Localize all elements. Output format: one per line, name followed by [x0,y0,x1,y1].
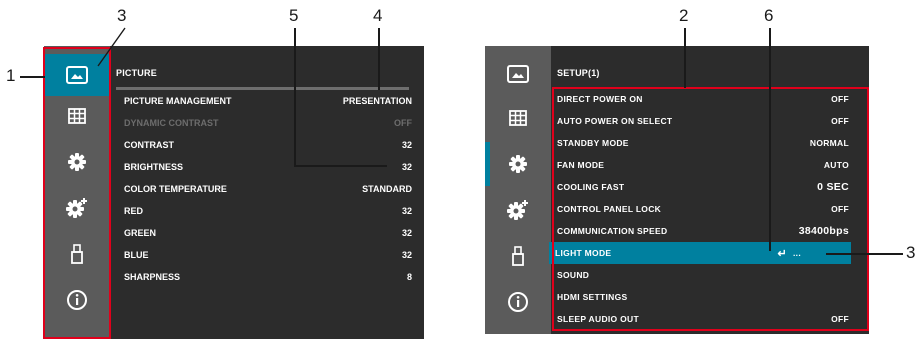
setting-value: 32 [401,140,412,150]
callout-2-leader [684,28,686,88]
setting-label: PICTURE MANAGEMENT [124,96,232,106]
setting-value: 32 [401,228,412,238]
setting-label: BLUE [124,250,149,260]
callout-3-left: 3 [117,6,127,25]
setting-row[interactable]: BLUE 32 [124,244,412,266]
setting-value: OFF [394,118,412,128]
menu-category-rail [485,46,551,334]
rail-highlight-box [43,47,111,339]
setting-label: COLOR TEMPERATURE [124,184,227,194]
list-highlight-box [552,87,869,331]
callout-4-leader [378,28,380,90]
grid-icon [509,110,527,126]
setting-row[interactable]: SHARPNESS 8 [124,266,412,288]
callout-2: 2 [679,6,689,25]
callout-1-leader [20,76,45,78]
setting-row[interactable]: CONTRAST 32 [124,134,412,156]
setting-value: PRESENTATION [342,96,412,106]
callout-6-leader [769,28,771,251]
picture-icon [507,65,529,83]
usb-icon [512,246,524,266]
setting-row[interactable]: COLOR TEMPERATURE STANDARD [124,178,412,200]
setting-row[interactable]: PICTURE MANAGEMENT PRESENTATION [124,90,412,112]
rail-item-setup-plus[interactable] [485,190,551,230]
panel-title: SETUP(1) [557,68,600,78]
setting-row[interactable]: DYNAMIC CONTRAST OFF [124,112,412,134]
callout-5-leader-v [294,28,296,166]
gear-icon [509,155,527,173]
rail-item-info[interactable] [485,282,551,322]
gear-plus-icon [507,200,528,220]
rail-item-grid[interactable] [485,98,551,138]
info-icon [508,292,528,312]
callout-3-right: 3 [906,243,916,262]
setting-value: 32 [401,206,412,216]
setting-value: 32 [401,250,412,260]
setting-value: STANDARD [362,184,412,194]
callout-6: 6 [764,6,774,25]
setting-value: 8 [406,272,412,282]
rail-item-picture[interactable] [485,54,551,94]
setting-label: DYNAMIC CONTRAST [124,118,219,128]
callout-3-left-leader [97,27,126,67]
rail-item-usb[interactable] [485,236,551,276]
callout-3-right-leader [826,253,903,255]
callout-4: 4 [373,6,383,25]
panel-title: PICTURE [116,68,157,78]
setting-label: BRIGHTNESS [124,162,184,172]
setting-row[interactable]: RED 32 [124,200,412,222]
setting-label: SHARPNESS [124,272,181,282]
callout-5: 5 [289,6,299,25]
setting-row[interactable]: BRIGHTNESS 32 [124,156,412,178]
setting-label: GREEN [124,228,157,238]
setting-row[interactable]: GREEN 32 [124,222,412,244]
setting-label: CONTRAST [124,140,174,150]
setting-value: 32 [401,162,412,172]
setting-label: RED [124,206,144,216]
rail-item-setup[interactable] [485,144,551,184]
callout-5-leader-h [294,165,387,167]
callout-1: 1 [6,66,16,85]
